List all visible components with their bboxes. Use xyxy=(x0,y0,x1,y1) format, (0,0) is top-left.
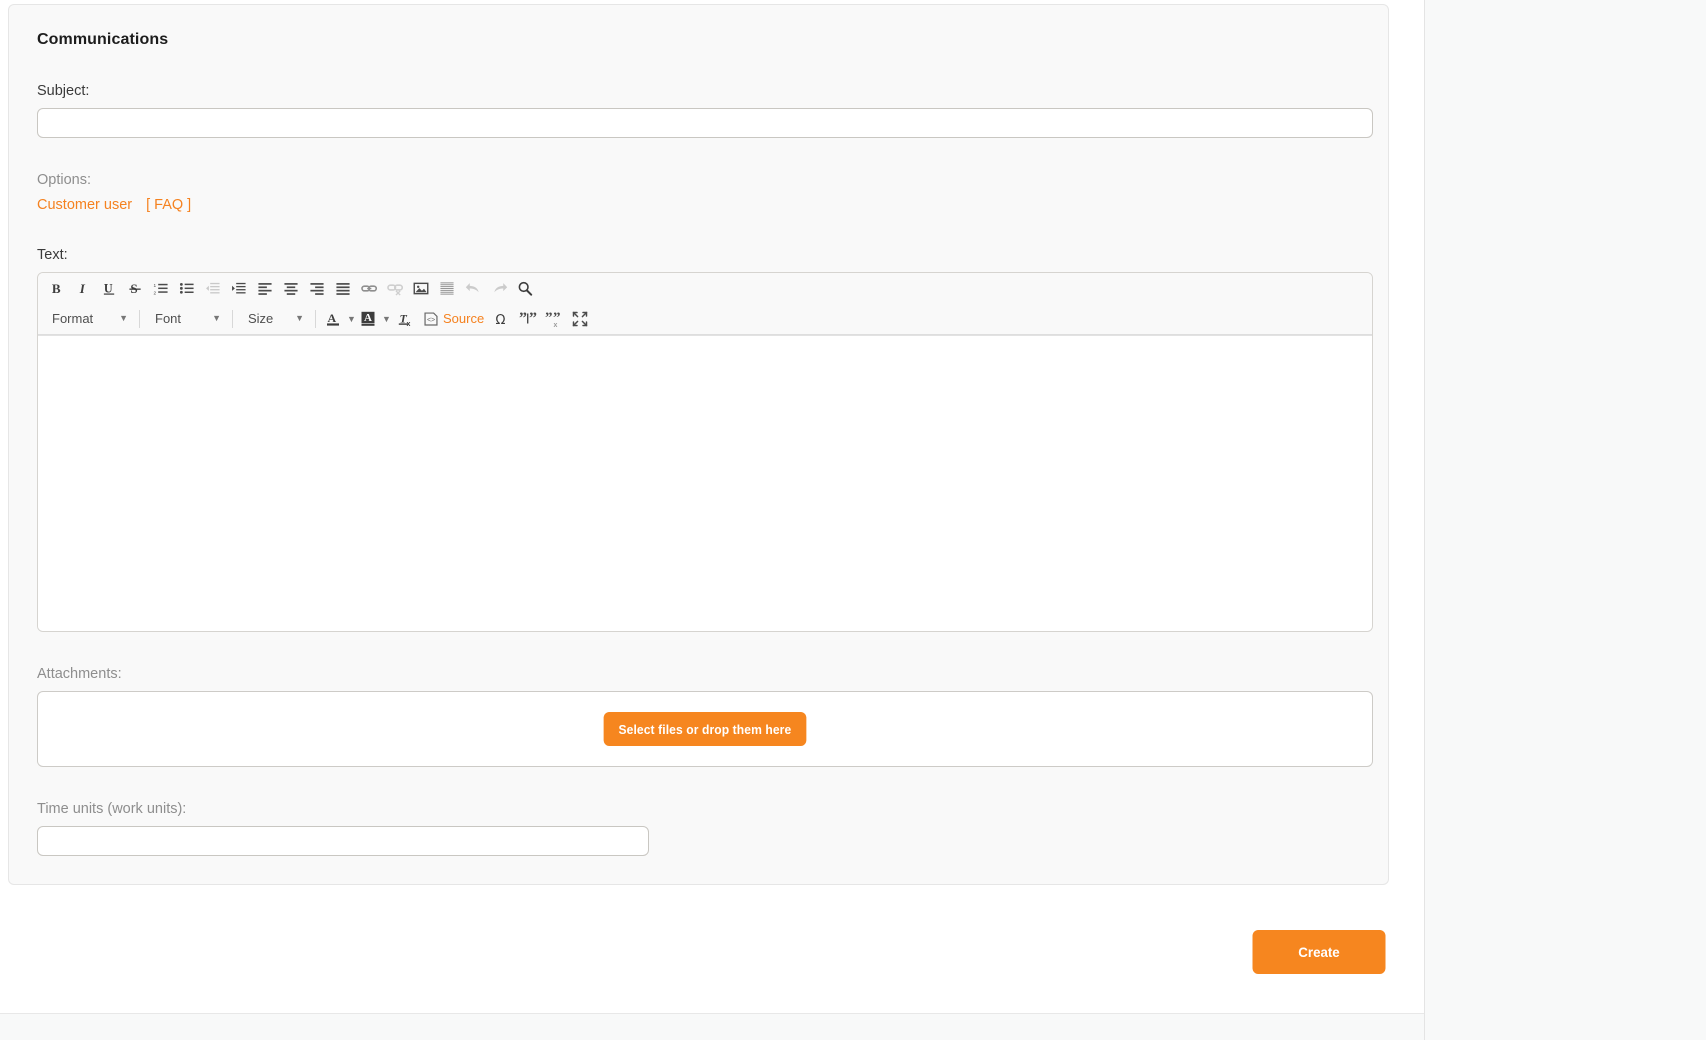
footer-actions: Create xyxy=(8,930,1389,974)
bottom-strip xyxy=(0,1013,1424,1040)
svg-text:”: ” xyxy=(529,311,537,327)
align-left-icon[interactable] xyxy=(252,276,278,300)
create-button[interactable]: Create xyxy=(1252,930,1386,974)
attachments-label: Attachments: xyxy=(37,666,122,682)
toolbar-separator xyxy=(315,309,316,328)
horizontal-rule-icon[interactable] xyxy=(434,276,460,300)
subject-input[interactable] xyxy=(37,108,1373,138)
svg-text:I: I xyxy=(78,281,85,296)
insert-link-icon[interactable] xyxy=(356,276,382,300)
unlink-icon[interactable] xyxy=(382,276,408,300)
background-color-chevron-down-icon[interactable]: ▼ xyxy=(380,307,393,331)
select-files-button[interactable]: Select files or drop them here xyxy=(603,712,807,746)
svg-text:x: x xyxy=(407,321,411,327)
time-units-input[interactable] xyxy=(37,826,649,856)
toolbar-separator xyxy=(232,309,233,328)
options-label: Options: xyxy=(37,172,91,188)
time-units-label: Time units (work units): xyxy=(37,801,187,817)
numbered-list-icon[interactable]: 1 2 xyxy=(148,276,174,300)
editor-toolbar-row-1: B I U S 1 2 xyxy=(38,273,1372,303)
format-dropdown[interactable]: Format ▼ xyxy=(44,307,132,331)
redo-icon[interactable] xyxy=(486,276,512,300)
options-row: Customer user [ FAQ ] xyxy=(37,197,1360,213)
svg-text:”: ” xyxy=(519,311,527,327)
chevron-down-icon: ▼ xyxy=(295,313,304,323)
source-code-icon: <> xyxy=(424,311,438,326)
svg-text:A: A xyxy=(328,311,337,325)
find-replace-icon[interactable] xyxy=(512,276,538,300)
size-dropdown-label: Size xyxy=(248,311,274,326)
background-color-icon[interactable]: A xyxy=(358,307,380,331)
italic-icon[interactable]: I xyxy=(70,276,96,300)
text-color-chevron-down-icon[interactable]: ▼ xyxy=(345,307,358,331)
bulleted-list-icon[interactable] xyxy=(174,276,200,300)
editor-toolbar-row-2: Format ▼ Font ▼ Size ▼ A ▼ A ▼ T x <> So… xyxy=(38,303,1372,335)
size-dropdown[interactable]: Size ▼ xyxy=(240,307,308,331)
page-title: Communications xyxy=(37,31,169,48)
underline-icon[interactable]: U xyxy=(96,276,122,300)
svg-text:”: ” xyxy=(545,311,553,326)
svg-text:1: 1 xyxy=(154,283,157,288)
svg-text:A: A xyxy=(364,312,372,324)
decrease-indent-icon[interactable] xyxy=(200,276,226,300)
remove-quote-icon[interactable]: ” ” x xyxy=(541,307,567,331)
communications-widget: Communications Subject: Options: Custome… xyxy=(8,4,1389,885)
content-column: Communications Subject: Options: Custome… xyxy=(0,0,1424,1013)
format-dropdown-label: Format xyxy=(52,311,94,326)
toolbar-separator xyxy=(139,309,140,328)
maximize-icon[interactable] xyxy=(567,307,593,331)
svg-text:Ω: Ω xyxy=(496,313,506,327)
align-justify-icon[interactable] xyxy=(330,276,356,300)
svg-text:2: 2 xyxy=(154,290,157,295)
source-button[interactable]: <> Source xyxy=(419,307,489,331)
text-color-icon[interactable]: A xyxy=(323,307,345,331)
option-link-customer-user[interactable]: Customer user xyxy=(37,197,132,213)
font-dropdown-label: Font xyxy=(155,311,182,326)
svg-text:x: x xyxy=(554,322,558,327)
text-label: Text: xyxy=(37,247,68,263)
svg-text:U: U xyxy=(103,281,112,295)
align-center-icon[interactable] xyxy=(278,276,304,300)
chevron-down-icon: ▼ xyxy=(119,313,128,323)
chevron-down-icon: ▼ xyxy=(212,313,221,323)
bold-icon[interactable]: B xyxy=(44,276,70,300)
strikethrough-icon[interactable]: S xyxy=(122,276,148,300)
subject-label: Subject: xyxy=(37,83,90,99)
insert-image-icon[interactable] xyxy=(408,276,434,300)
svg-text:B: B xyxy=(51,281,60,296)
blockquote-icon[interactable]: ” ” xyxy=(515,307,541,331)
rich-text-editor: B I U S 1 2 xyxy=(37,272,1373,632)
source-button-label: Source xyxy=(443,311,485,326)
option-link-faq[interactable]: [ FAQ ] xyxy=(146,197,191,213)
increase-indent-icon[interactable] xyxy=(226,276,252,300)
svg-text:<>: <> xyxy=(427,316,435,323)
special-character-icon[interactable]: Ω xyxy=(489,307,515,331)
right-gutter xyxy=(1424,0,1706,1040)
screen: Communications Subject: Options: Custome… xyxy=(0,0,1706,1040)
remove-format-icon[interactable]: T x xyxy=(393,307,419,331)
align-right-icon[interactable] xyxy=(304,276,330,300)
undo-icon[interactable] xyxy=(460,276,486,300)
attachments-dropzone[interactable]: Select files or drop them here xyxy=(37,691,1373,767)
editor-content-area[interactable] xyxy=(38,335,1372,631)
font-dropdown[interactable]: Font ▼ xyxy=(147,307,225,331)
